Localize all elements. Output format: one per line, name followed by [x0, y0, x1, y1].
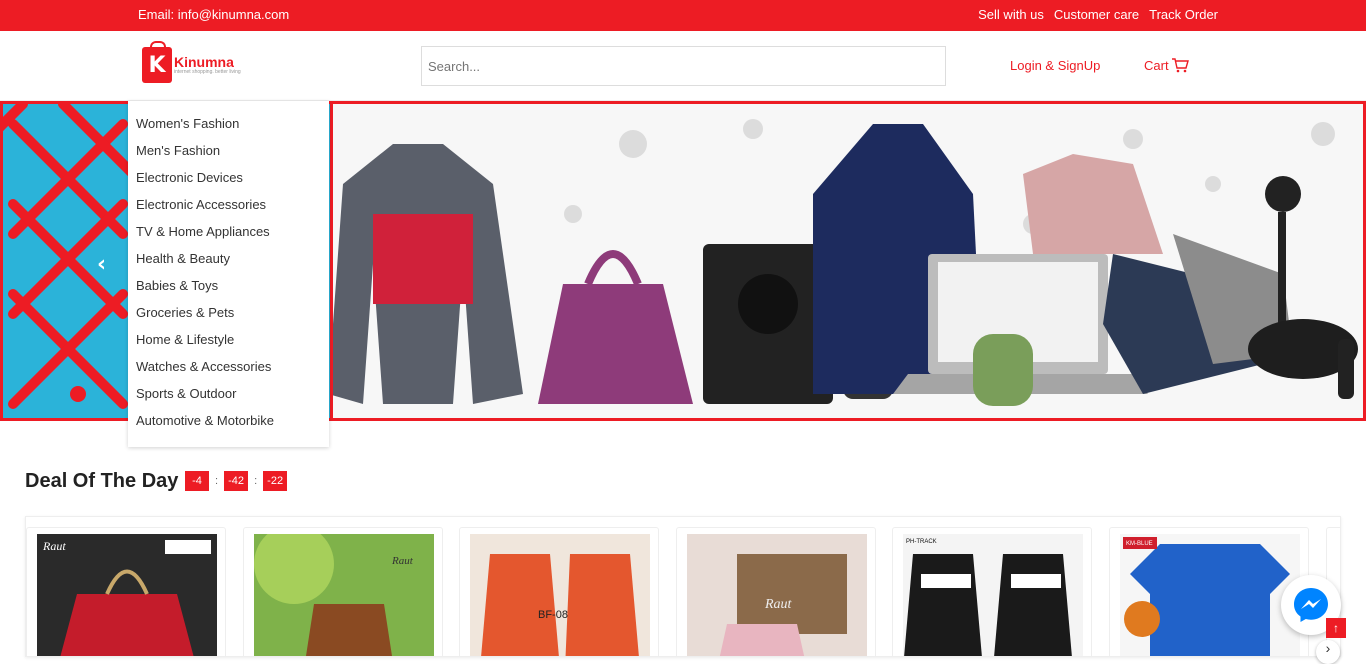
category-groceries-pets[interactable]: Groceries & Pets: [128, 303, 329, 330]
contact-email[interactable]: Email: info@kinumna.com: [138, 7, 289, 22]
category-menu: Women's Fashion Men's Fashion Electronic…: [128, 101, 329, 447]
product-caption: Raut: [42, 539, 66, 553]
top-bar: Email: info@kinumna.com Sell with us Cus…: [0, 0, 1366, 31]
sell-with-us-link[interactable]: Sell with us: [978, 7, 1044, 22]
cart-label: Cart: [1144, 57, 1169, 73]
category-electronic-accessories[interactable]: Electronic Accessories: [128, 195, 329, 222]
arrow-up-icon: ↑: [1333, 621, 1339, 635]
timer-hours: -4: [185, 471, 209, 491]
site-logo[interactable]: K Kinumna internet shopping. better livi…: [142, 41, 252, 85]
category-mens-fashion[interactable]: Men's Fashion: [128, 141, 329, 168]
product-card[interactable]: Raut: [26, 527, 226, 656]
product-card[interactable]: PH-TRACK: [892, 527, 1092, 656]
scroll-to-top-button[interactable]: ↑: [1326, 618, 1346, 638]
category-tv-home-appliances[interactable]: TV & Home Appliances: [128, 222, 329, 249]
category-babies-toys[interactable]: Babies & Toys: [128, 276, 329, 303]
product-image-red-handbag: Raut: [37, 534, 217, 656]
logo-bag-icon: K: [142, 41, 172, 83]
cart-icon: [1171, 58, 1189, 73]
banner-products-image: [328, 104, 1363, 418]
category-automotive-motorbike[interactable]: Automotive & Motorbike: [128, 411, 329, 438]
product-caption: Raut: [391, 555, 414, 567]
customer-care-link[interactable]: Customer care: [1054, 7, 1139, 22]
product-image-brown-tote: Raut: [254, 534, 434, 656]
timer-separator: :: [215, 475, 219, 487]
top-links: Sell with us Customer care Track Order: [978, 7, 1218, 22]
messenger-icon: [1294, 588, 1328, 622]
login-signup-link[interactable]: Login & SignUp: [1010, 58, 1100, 73]
header: K Kinumna internet shopping. better livi…: [0, 31, 1366, 101]
product-card[interactable]: Raut: [243, 527, 443, 656]
category-health-beauty[interactable]: Health & Beauty: [128, 249, 329, 276]
timer-minutes: -42: [224, 471, 249, 491]
category-womens-fashion[interactable]: Women's Fashion: [128, 114, 329, 141]
category-watches-accessories[interactable]: Watches & Accessories: [128, 357, 329, 384]
timer-seconds: -22: [263, 471, 288, 491]
logo-tagline: internet shopping. better living: [174, 69, 241, 75]
product-caption: BF-08: [538, 609, 568, 621]
timer-separator: :: [254, 475, 258, 487]
product-caption: Raut: [764, 597, 793, 612]
chevron-right-icon: ›: [1325, 640, 1331, 656]
product-caption: PH-TRACK: [906, 539, 937, 545]
track-order-link[interactable]: Track Order: [1149, 7, 1218, 22]
product-card[interactable]: KM-BLUE: [1109, 527, 1309, 656]
cart-button[interactable]: Cart: [1144, 57, 1189, 73]
product-card[interactable]: Raut: [676, 527, 876, 656]
product-image-saree: BF-08: [470, 534, 650, 656]
banner-products-illustration: [328, 119, 1358, 406]
deal-countdown-timer: -4 : -42 : -22: [185, 471, 288, 491]
logo-brand-text: Kinumna: [174, 54, 234, 70]
search-input[interactable]: [421, 46, 946, 86]
product-image-tracksuit: PH-TRACK: [903, 534, 1083, 656]
product-image-blue-tshirt: KM-BLUE: [1120, 534, 1300, 656]
category-home-lifestyle[interactable]: Home & Lifestyle: [128, 330, 329, 357]
deal-products-carousel: Raut Raut BF-08 Raut PH-TRACK KM-BLUE: [25, 516, 1341, 657]
product-card[interactable]: BF-08: [459, 527, 659, 656]
category-sports-outdoor[interactable]: Sports & Outdoor: [128, 384, 329, 411]
product-image-pink-bag: Raut: [687, 534, 867, 656]
carousel-next-button[interactable]: ›: [1316, 640, 1340, 664]
product-caption: KM-BLUE: [1126, 541, 1153, 547]
deal-of-the-day-title: Deal Of The Day: [25, 470, 179, 492]
category-electronic-devices[interactable]: Electronic Devices: [128, 168, 329, 195]
banner-prev-arrow-icon[interactable]: ‹: [97, 252, 106, 277]
